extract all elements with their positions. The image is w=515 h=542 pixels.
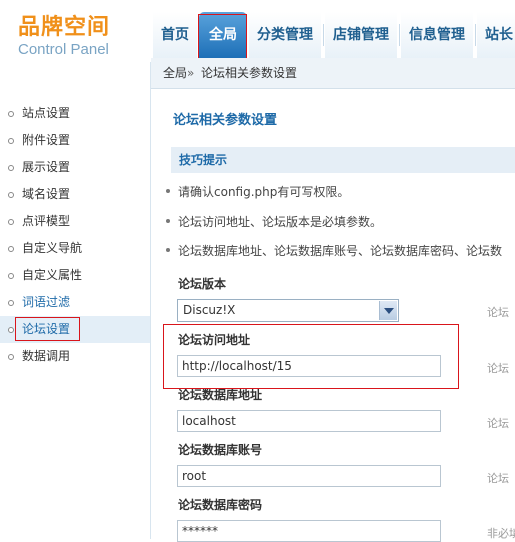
forum-db-user-input[interactable]: root [177,465,441,487]
forum-db-password-label: 论坛数据库密码 [178,498,263,512]
forum-db-host-label: 论坛数据库地址 [178,388,263,402]
tip-item: 请确认config.php有可写权限。 [166,183,350,200]
forum-version-select[interactable]: Discuz!X [177,299,399,322]
sidebar-item-label: 站点设置 [22,106,71,120]
forum-version-hint: 论坛 [487,306,509,319]
tips-title: 技巧提示 [179,153,228,167]
sidebar-item-label: 附件设置 [22,133,71,147]
tip-text: 论坛数据库地址、论坛数据库账号、论坛数据库密码、论坛数 [178,244,503,258]
nav-global[interactable]: 全局 [199,12,247,58]
bullet-icon [8,354,14,360]
sidebar-item-custom-nav[interactable]: 自定义导航 [0,235,150,262]
sidebar-item-display-settings[interactable]: 展示设置 [0,154,150,181]
sidebar-item-data-call[interactable]: 数据调用 [0,343,150,370]
forum-url-hint: 论坛 [487,362,509,375]
bullet-icon [166,248,170,252]
bullet-icon [8,111,14,117]
bullet-icon [8,138,14,144]
bullet-icon [8,246,14,252]
sidebar-item-site-settings[interactable]: 站点设置 [0,100,150,127]
nav-info-manage[interactable]: 信息管理 [401,12,473,58]
header: 品牌空间 Control Panel 首页 全局 分类管理 店铺管理 信息管理 … [0,0,515,62]
chevron-down-icon[interactable] [379,301,397,320]
tips-header: 技巧提示 [171,147,515,173]
sidebar-item-domain-settings[interactable]: 域名设置 [0,181,150,208]
breadcrumb-current: 论坛相关参数设置 [201,66,298,80]
sidebar: 站点设置 附件设置 展示设置 域名设置 点评模型 自定义导航 自定义属性 词语过… [0,62,151,539]
sidebar-item-forum-settings[interactable]: 论坛设置 [0,316,150,343]
sidebar-item-word-filter[interactable]: 词语过滤 [0,289,150,316]
bullet-icon [8,219,14,225]
forum-url-input[interactable]: http://localhost/15 [177,355,441,377]
nav-store-manage[interactable]: 店铺管理 [325,12,397,58]
logo-title: 品牌空间 [18,15,111,40]
sidebar-item-label: 自定义导航 [22,241,83,255]
forum-version-label: 论坛版本 [178,277,227,291]
sidebar-item-label: 数据调用 [22,349,71,363]
sidebar-item-label: 词语过滤 [22,295,71,309]
nav-webmaster[interactable]: 站长 [477,12,515,58]
nav-divider [323,24,324,46]
forum-db-user-label: 论坛数据库账号 [178,443,263,457]
sidebar-item-label: 论坛设置 [22,322,71,336]
bullet-icon [8,300,14,306]
nav-divider [475,24,476,46]
forum-db-host-input[interactable]: localhost [177,410,441,432]
sidebar-item-label: 点评模型 [22,214,71,228]
logo: 品牌空间 Control Panel [18,16,110,59]
bullet-icon [8,273,14,279]
main-content: 论坛相关参数设置 技巧提示 请确认config.php有可写权限。 论坛访问地址… [151,89,515,542]
forum-version-value: Discuz!X [183,303,236,317]
bullet-icon [8,192,14,198]
tip-item: 论坛数据库地址、论坛数据库账号、论坛数据库密码、论坛数 [166,242,503,259]
sidebar-item-custom-attributes[interactable]: 自定义属性 [0,262,150,289]
logo-subtitle: Control Panel [18,41,109,58]
forum-url-label: 论坛访问地址 [178,333,251,347]
bullet-icon [8,165,14,171]
sidebar-item-attachment-settings[interactable]: 附件设置 [0,127,150,154]
bullet-icon [166,219,170,223]
tip-text: 论坛访问地址、论坛版本是必填参数。 [178,215,383,229]
nav-category-manage[interactable]: 分类管理 [249,12,321,58]
bullet-icon [8,327,14,333]
breadcrumb-separator: » [187,66,195,80]
nav-divider [399,24,400,46]
breadcrumb-root[interactable]: 全局 [163,58,187,88]
forum-db-host-hint: 论坛 [487,417,509,430]
sidebar-item-review-model[interactable]: 点评模型 [0,208,150,235]
sidebar-item-label: 域名设置 [22,187,71,201]
sidebar-item-label: 展示设置 [22,160,71,174]
sidebar-item-label: 自定义属性 [22,268,83,282]
bullet-icon [166,189,170,193]
forum-db-user-hint: 论坛 [487,472,509,485]
page-title: 论坛相关参数设置 [173,113,278,128]
breadcrumb: 全局 » 论坛相关参数设置 [151,58,515,89]
tip-item: 论坛访问地址、论坛版本是必填参数。 [166,213,383,230]
nav-home[interactable]: 首页 [153,12,197,58]
tip-text: 请确认config.php有可写权限。 [178,185,350,199]
